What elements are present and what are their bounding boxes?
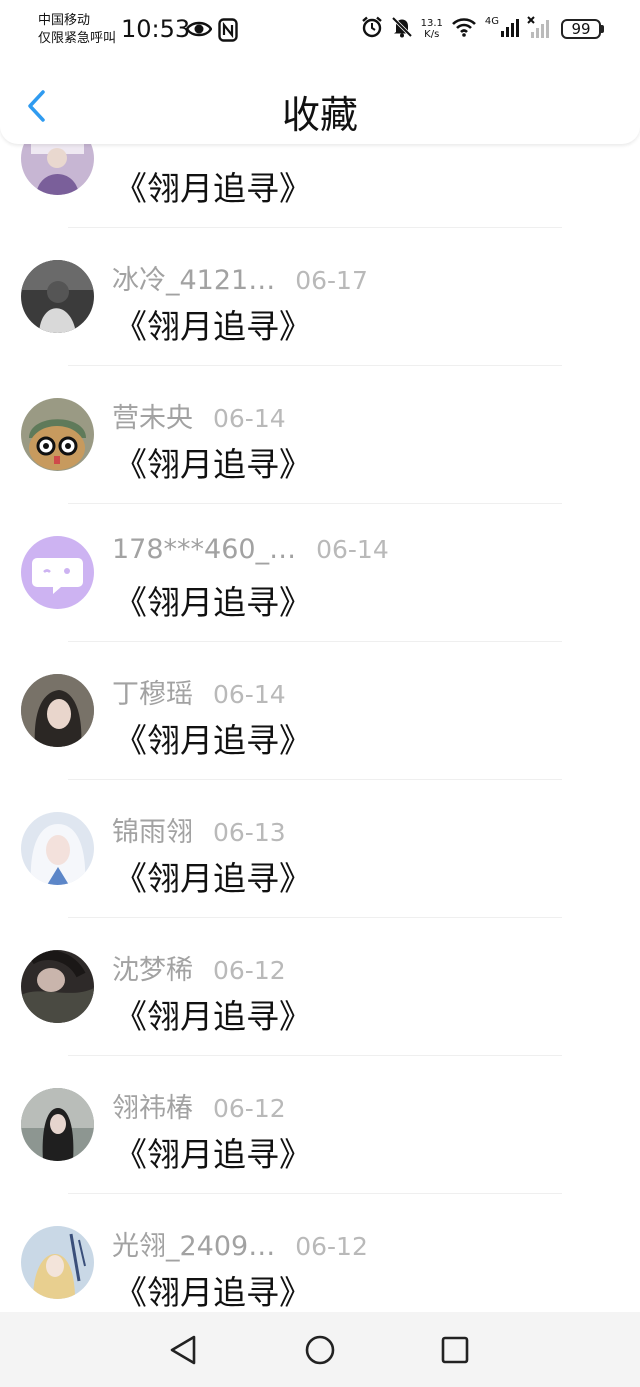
emergency-only-text: 仅限紧急呼叫 (38, 31, 117, 46)
item-meta: 锦雨翎 06-13 (112, 810, 286, 849)
nav-recents-button[interactable] (435, 1330, 475, 1370)
list-item[interactable]: 光翎_2409… 06-12 《翎月追寻》 (0, 1194, 640, 1312)
date: 06-17 (295, 266, 368, 295)
screen: 中国移动 仅限紧急呼叫 10:53 13.1 K/s 4G 99 收藏 《翎月追… (0, 0, 640, 1387)
list-item[interactable]: 锦雨翎 06-13 《翎月追寻》 (0, 780, 640, 918)
avatar (21, 674, 94, 747)
item-meta: 营未央 06-14 (112, 396, 286, 435)
favorite-title: 《翎月追寻》 (114, 307, 312, 346)
list-item[interactable]: 丁穆瑶 06-14 《翎月追寻》 (0, 642, 640, 780)
list-item[interactable]: 冰冷_4121… 06-17 《翎月追寻》 (0, 228, 640, 366)
date: 06-12 (213, 956, 286, 985)
signal-sim1: 4G (485, 17, 519, 41)
mute-notification-icon (391, 16, 413, 42)
date: 06-13 (213, 818, 286, 847)
avatar (21, 950, 94, 1023)
item-meta: 丁穆瑶 06-14 (112, 672, 286, 711)
date: 06-14 (213, 680, 286, 709)
list-item[interactable]: 营未央 06-14 《翎月追寻》 (0, 366, 640, 504)
clock: 10:53 (121, 15, 191, 43)
nav-home-button[interactable] (300, 1330, 340, 1370)
avatar (21, 812, 94, 885)
nfc-icon (218, 18, 238, 46)
username: 营未央 (112, 403, 193, 434)
system-nav-bar (0, 1312, 640, 1387)
wifi-icon (451, 17, 477, 41)
username: 178***460_… (112, 534, 297, 565)
item-meta: 翎祎椿 06-12 (112, 1086, 286, 1125)
list-item[interactable]: 178***460_… 06-14 《翎月追寻》 (0, 504, 640, 642)
network-speed-value: 13.1 (420, 18, 443, 29)
username: 光翎_2409… (112, 1231, 276, 1262)
battery-level: 99 (561, 19, 601, 39)
favorite-title: 《翎月追寻》 (114, 169, 312, 208)
triangle-back-icon (170, 1335, 196, 1365)
eye-comfort-icon (185, 20, 213, 42)
favorite-title: 《翎月追寻》 (114, 997, 312, 1036)
list-item[interactable]: 沈梦稀 06-12 《翎月追寻》 (0, 918, 640, 1056)
favorites-list: 《翎月追寻》 冰冷_4121… 06-17 《翎月追寻》 营未央 06-14 《… (0, 90, 640, 1312)
date: 06-14 (213, 404, 286, 433)
avatar (21, 1088, 94, 1161)
item-meta: 冰冷_4121… 06-17 (112, 258, 368, 297)
date: 06-14 (316, 535, 389, 564)
username: 冰冷_4121… (112, 265, 276, 296)
circle-home-icon (305, 1335, 335, 1365)
status-bar: 中国移动 仅限紧急呼叫 10:53 13.1 K/s 4G 99 (0, 0, 640, 62)
favorite-title: 《翎月追寻》 (114, 445, 312, 484)
list-item[interactable]: 翎祎椿 06-12 《翎月追寻》 (0, 1056, 640, 1194)
header-bar: 收藏 (0, 62, 640, 144)
nav-back-button[interactable] (163, 1330, 203, 1370)
network-speed-unit: K/s (424, 29, 440, 40)
avatar (21, 260, 94, 333)
signal-bars-icon (501, 17, 519, 41)
avatar (21, 536, 94, 609)
carrier-name: 中国移动 (38, 13, 91, 28)
network-speed: 13.1 K/s (421, 18, 443, 40)
status-icons: 13.1 K/s 4G 99 (361, 16, 604, 42)
carrier-info: 中国移动 仅限紧急呼叫 (38, 12, 116, 48)
item-meta: 178***460_… 06-14 (112, 534, 389, 565)
username: 翎祎椿 (112, 1093, 193, 1124)
page-title: 收藏 (281, 93, 358, 137)
favorite-title: 《翎月追寻》 (114, 583, 312, 622)
date: 06-12 (213, 1094, 286, 1123)
username: 锦雨翎 (112, 817, 193, 848)
date: 06-12 (295, 1232, 368, 1261)
no-signal-sim2-icon (527, 16, 553, 42)
favorite-title: 《翎月追寻》 (114, 1273, 312, 1312)
avatar (21, 398, 94, 471)
item-meta: 沈梦稀 06-12 (112, 948, 286, 987)
avatar (21, 1226, 94, 1299)
square-recents-icon (441, 1336, 469, 1364)
favorite-title: 《翎月追寻》 (114, 721, 312, 760)
alarm-icon (361, 16, 383, 42)
username: 沈梦稀 (112, 955, 193, 986)
battery-icon: 99 (561, 19, 604, 39)
favorite-title: 《翎月追寻》 (114, 1135, 312, 1174)
username: 丁穆瑶 (112, 679, 193, 710)
network-type-label: 4G (484, 16, 499, 27)
item-meta: 光翎_2409… 06-12 (112, 1224, 368, 1263)
favorite-title: 《翎月追寻》 (114, 859, 312, 898)
